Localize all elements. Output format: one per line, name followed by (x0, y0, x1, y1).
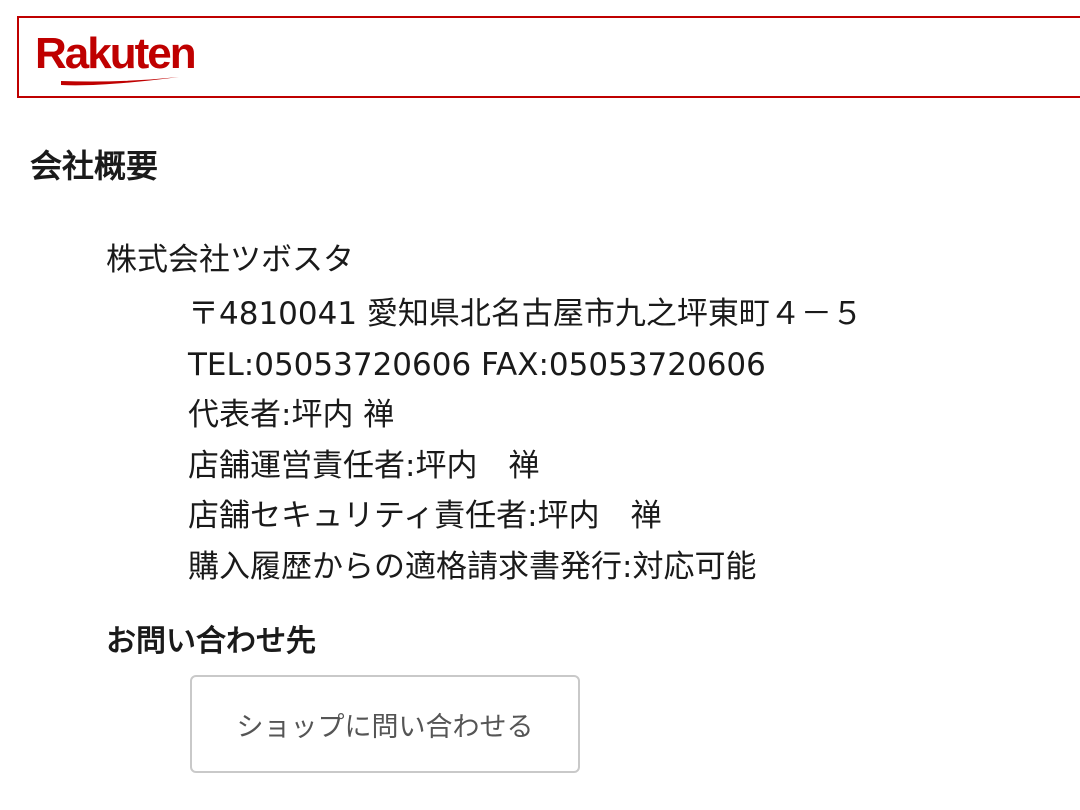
store-manager: 店舗運営責任者:坪内 禅 (188, 447, 540, 484)
rakuten-logo-text: Rakuten (35, 29, 197, 78)
company-overview-title: 会社概要 (30, 147, 159, 185)
rakuten-logo[interactable]: Rakuten (35, 32, 225, 90)
logo-swoosh-icon (61, 77, 179, 86)
rakuten-header: Rakuten (17, 16, 1080, 98)
company-phone-fax: TEL:05053720606 FAX:05053720606 (188, 346, 766, 383)
contact-title: お問い合わせ先 (106, 624, 316, 659)
company-details-list: 〒4810041 愛知県北名古屋市九之坪東町４－５ TEL:0505372060… (188, 289, 863, 592)
contact-shop-button[interactable]: ショップに問い合わせる (190, 675, 580, 773)
company-name: 株式会社ツボスタ (106, 242, 354, 278)
company-representative: 代表者:坪内 禅 (188, 397, 395, 433)
invoice-issuance: 購入履歴からの適格請求書発行:対応可能 (188, 548, 757, 585)
company-address: 〒4810041 愛知県北名古屋市九之坪東町４－５ (188, 296, 863, 332)
store-security-manager: 店舗セキュリティ責任者:坪内 禅 (188, 498, 662, 534)
